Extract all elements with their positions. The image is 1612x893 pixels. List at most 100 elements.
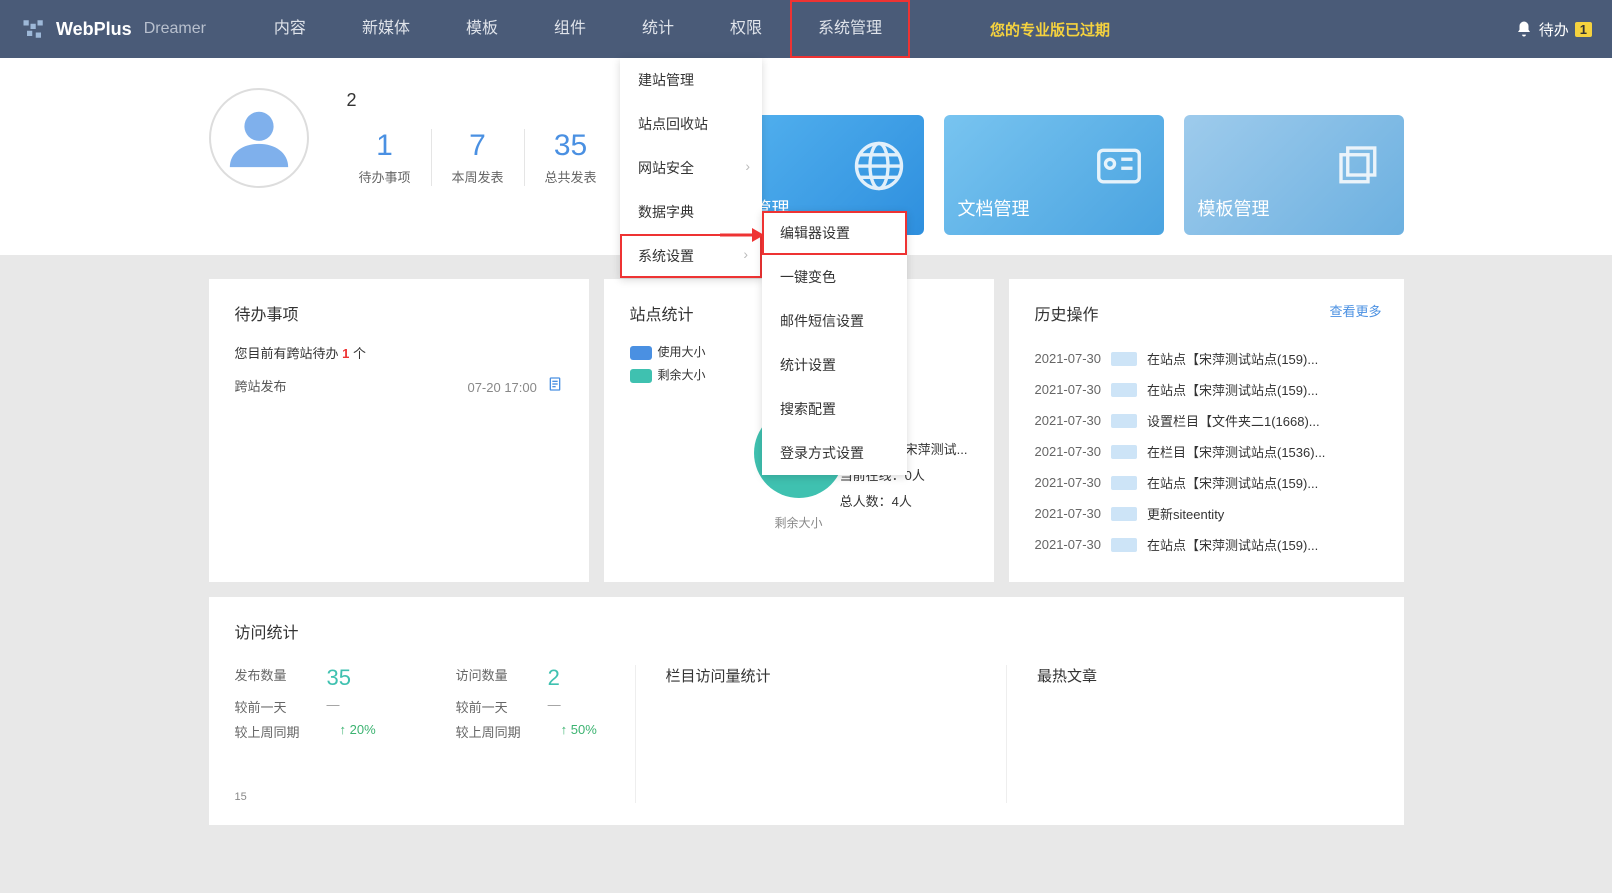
hist-date: 2021-07-30 (1035, 351, 1102, 366)
shortcut-doc-label: 文档管理 (958, 195, 1030, 221)
todo-label: 待办 (1539, 19, 1569, 40)
stat-line: 总人数：4人 (840, 489, 968, 515)
vs-yesterday-value: — (548, 697, 561, 716)
nav-system[interactable]: 系统管理 (790, 0, 910, 58)
stat-week-num: 7 (452, 129, 504, 163)
blurred-user (1111, 538, 1137, 552)
dd-security-label: 网站安全 (638, 160, 694, 176)
dd-system-settings-label: 系统设置 (638, 248, 694, 264)
donut-label: 剩余大小 (630, 514, 968, 531)
hist-text: 更新siteentity (1147, 504, 1224, 523)
blurred-user (1111, 445, 1137, 459)
visit-access-col: 访问数量2 较前一天— 较上周同期↑ 50% (456, 665, 597, 747)
document-icon (547, 376, 563, 392)
id-card-icon (1092, 139, 1146, 193)
shortcut-template-manage[interactable]: 模板管理 (1184, 115, 1404, 235)
blurred-user (1111, 414, 1137, 428)
blurred-user (1111, 476, 1137, 490)
todo-indicator[interactable]: 待办 1 (1515, 19, 1592, 40)
chevron-right-icon: › (745, 158, 750, 174)
nav-stats[interactable]: 统计 (614, 0, 702, 58)
stat-todo-num: 1 (359, 129, 411, 163)
stat-total-label: 总共发表 (545, 167, 597, 186)
history-row[interactable]: 2021-07-30 在站点【宋萍测试站点(159)... (1035, 529, 1378, 560)
shortcut-label: 功能 (708, 88, 1404, 109)
history-row[interactable]: 2021-07-30更新siteentity (1035, 498, 1378, 529)
shortcut-template-label: 模板管理 (1198, 195, 1270, 221)
arrow-annotation-icon (720, 225, 764, 245)
bell-icon (1515, 20, 1533, 38)
todo-item[interactable]: 跨站发布 07-20 17:00 (235, 376, 563, 395)
nav-template[interactable]: 模板 (438, 0, 526, 58)
hero-number: 2 (347, 90, 357, 111)
hist-date: 2021-07-30 (1035, 475, 1102, 490)
vs-yesterday-label: 较前一天 (456, 697, 508, 716)
dd-mail-sms[interactable]: 邮件短信设置 (762, 299, 907, 343)
dd-editor-settings[interactable]: 编辑器设置 (762, 211, 907, 255)
dd-color-change[interactable]: 一键变色 (762, 255, 907, 299)
brand-name: WebPlus (56, 19, 132, 40)
shortcut-doc-manage[interactable]: 文档管理 (944, 115, 1164, 235)
top-nav: WebPlus Dreamer 内容 新媒体 模板 组件 统计 权限 系统管理 … (0, 0, 1612, 58)
dd-search-config[interactable]: 搜索配置 (762, 387, 907, 431)
history-row[interactable]: 2021-07-30设置栏目【文件夹二1(1668)... (1035, 405, 1378, 436)
stat-todo-label: 待办事项 (359, 167, 411, 186)
logo[interactable]: WebPlus Dreamer (20, 15, 206, 43)
dd-stat-settings[interactable]: 统计设置 (762, 343, 907, 387)
visit-stats-card: 访问统计 发布数量35 较前一天— 较上周同期↑ 20% 访问数量2 较前一天—… (209, 597, 1404, 825)
system-settings-submenu: 编辑器设置 一键变色 邮件短信设置 统计设置 搜索配置 登录方式设置 (762, 211, 907, 475)
history-row[interactable]: 2021-07-30 在站点【宋萍测试站点(159)... (1035, 467, 1378, 498)
history-list: 2021-07-30 在站点【宋萍测试站点(159)... 2021-07-30 在… (1035, 343, 1378, 560)
todo-pre: 您目前有跨站待办 (235, 346, 343, 361)
nav-content[interactable]: 内容 (246, 0, 334, 58)
vs-lastweek-label: 较上周同期 (235, 722, 300, 741)
hist-date: 2021-07-30 (1035, 413, 1102, 428)
hist-date: 2021-07-30 (1035, 537, 1102, 552)
legend-used-label: 使用大小 (658, 345, 706, 359)
dd-recycle[interactable]: 站点回收站 (620, 102, 762, 146)
history-row[interactable]: 2021-07-30在站点【宋萍测试站点(159)... (1035, 374, 1378, 405)
hist-text: 在站点【宋萍测试站点(159)... (1147, 473, 1318, 492)
vs-lastweek-label: 较上周同期 (456, 722, 521, 741)
history-row[interactable]: 2021-07-30 在站点【宋萍测试站点(159)... (1035, 343, 1378, 374)
dd-login-method[interactable]: 登录方式设置 (762, 431, 907, 475)
history-title: 历史操作 (1035, 301, 1378, 325)
dd-site-manage[interactable]: 建站管理 (620, 58, 762, 102)
nav-component[interactable]: 组件 (526, 0, 614, 58)
stat-total-num: 35 (545, 129, 597, 163)
vs-yesterday-value: — (327, 697, 340, 716)
logo-icon (20, 15, 48, 43)
stat-total[interactable]: 35 总共发表 (525, 129, 617, 186)
expired-notice: 您的专业版已过期 (990, 19, 1110, 40)
column-visit-title: 栏目访问量统计 (666, 665, 1007, 686)
nav-permission[interactable]: 权限 (702, 0, 790, 58)
history-card: 历史操作 查看更多 2021-07-30 在站点【宋萍测试站点(159)... 2… (1009, 279, 1404, 582)
history-row[interactable]: 2021-07-30 在栏目【宋萍测试站点(1536)... (1035, 436, 1378, 467)
todo-title: 待办事项 (235, 301, 563, 325)
chevron-right-icon: › (743, 246, 748, 262)
nav-newmedia[interactable]: 新媒体 (334, 0, 438, 58)
hero: 2 1 待办事项 7 本周发表 35 总共发表 (209, 88, 617, 188)
hot-article-title: 最热文章 (1037, 665, 1378, 686)
stat-week[interactable]: 7 本周发表 (432, 129, 525, 186)
vs-yesterday-label: 较前一天 (235, 697, 287, 716)
hist-date: 2021-07-30 (1035, 382, 1102, 397)
hist-date: 2021-07-30 (1035, 444, 1102, 459)
visit-publish-col: 发布数量35 较前一天— 较上周同期↑ 20% (235, 665, 376, 747)
todo-item-label: 跨站发布 (235, 376, 287, 395)
todo-summary: 您目前有跨站待办 1 个 (235, 343, 563, 362)
todo-post: 个 (349, 346, 366, 361)
legend-swatch-remain (630, 369, 652, 383)
avatar[interactable] (209, 88, 309, 188)
chart-tick: 15 (235, 791, 247, 803)
hist-text: 在站点【宋萍测试站点(159)... (1147, 349, 1318, 368)
hist-text: 在栏目【宋萍测试站点(1536)... (1147, 442, 1325, 461)
blurred-user (1111, 383, 1137, 397)
stat-todo[interactable]: 1 待办事项 (339, 129, 432, 186)
view-more-link[interactable]: 查看更多 (1329, 301, 1381, 320)
hist-text: 在站点【宋萍测试站点(159)... (1147, 535, 1318, 554)
dd-security[interactable]: 网站安全 › (620, 146, 762, 190)
access-label: 访问数量 (456, 665, 508, 691)
legend-remain-label: 剩余大小 (658, 368, 706, 382)
stat-week-label: 本周发表 (452, 167, 504, 186)
